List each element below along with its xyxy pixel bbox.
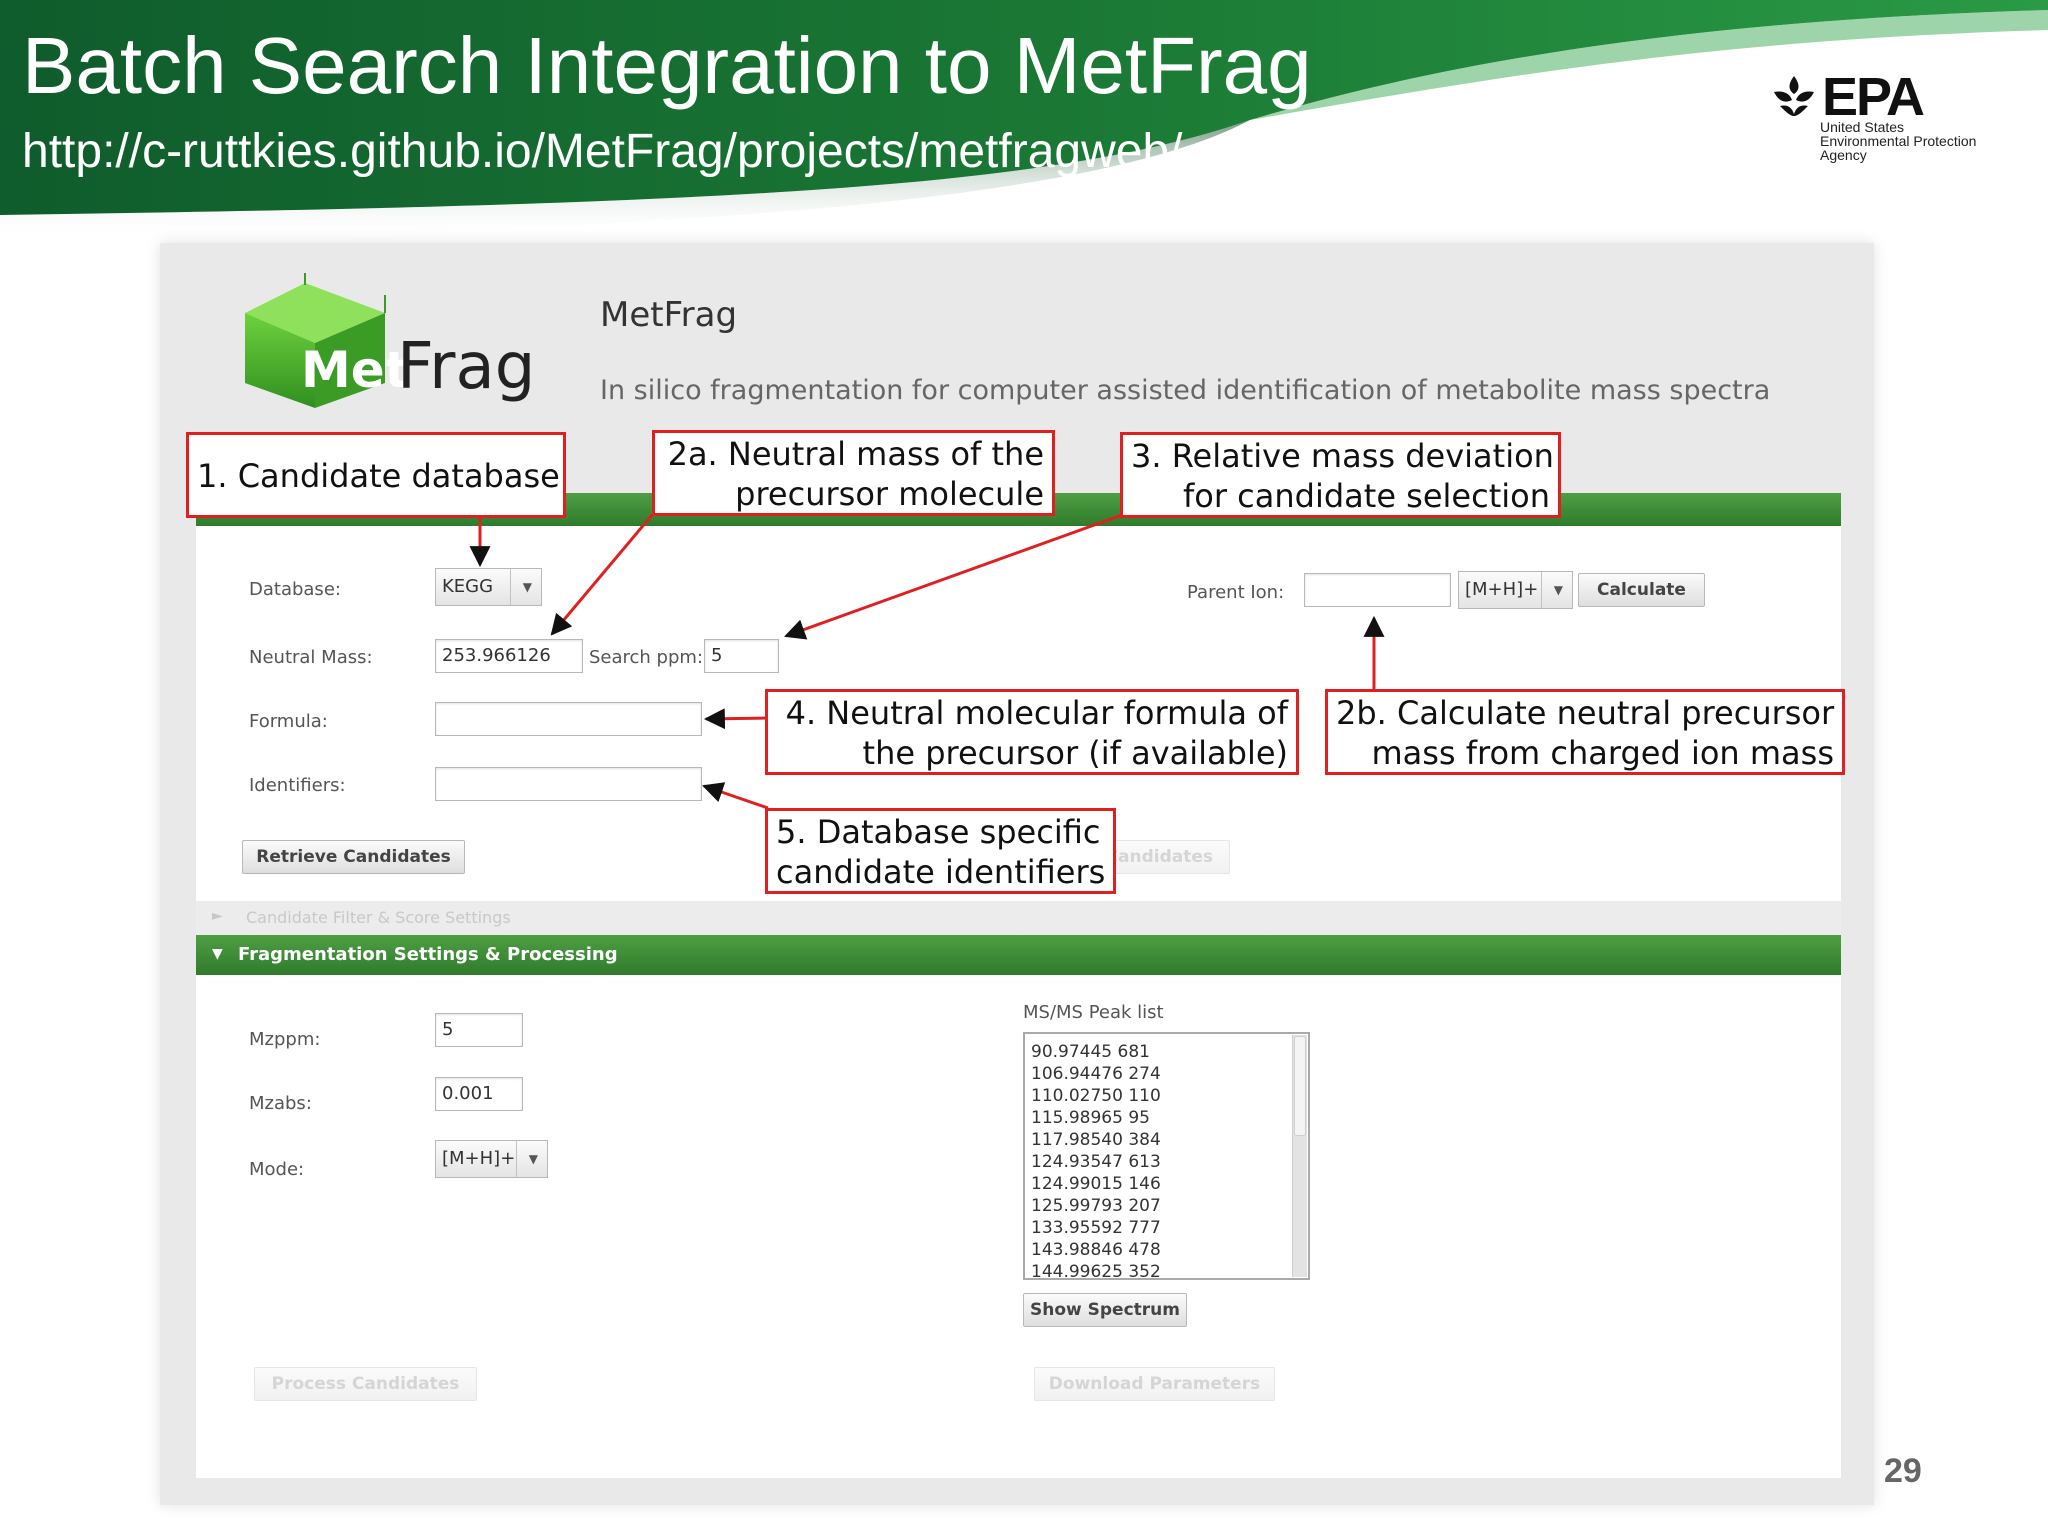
scrollbar-thumb[interactable] xyxy=(1294,1036,1306,1136)
mzppm-label: Mzppm: xyxy=(249,1029,321,1050)
database-value: KEGG xyxy=(442,576,494,597)
retrieve-candidates-button[interactable]: Retrieve Candidates xyxy=(242,840,465,874)
callout-neutral-mass: 2a. Neutral mass of the precursor molecu… xyxy=(652,430,1055,516)
mode-value: [M+H]+ xyxy=(442,1148,516,1169)
filter-section-label: Candidate Filter & Score Settings xyxy=(246,908,511,927)
process-candidates-button[interactable]: Process Candidates xyxy=(254,1367,477,1401)
parent-ion-label: Parent Ion: xyxy=(1187,582,1285,603)
callout-mass-deviation: 3. Relative mass deviation for candidate… xyxy=(1120,432,1561,518)
show-spectrum-button[interactable]: Show Spectrum xyxy=(1023,1293,1187,1327)
list-item: 110.02750 110 xyxy=(1031,1086,1161,1106)
parent-ion-mode-value: [M+H]+ xyxy=(1465,579,1539,600)
search-ppm-input[interactable]: 5 xyxy=(704,639,779,673)
identifiers-label: Identifiers: xyxy=(249,775,346,796)
epa-line-3: Agency xyxy=(1820,147,1867,163)
epa-wordmark: EPA xyxy=(1822,67,1925,127)
mzabs-input[interactable]: 0.001 xyxy=(435,1077,523,1111)
list-item: 125.99793 207 xyxy=(1031,1196,1161,1216)
database-select[interactable]: KEGG ▼ xyxy=(435,568,542,606)
list-item: 115.98965 95 xyxy=(1031,1108,1150,1128)
identifiers-input[interactable] xyxy=(435,767,702,801)
chevron-down-icon: ▼ xyxy=(212,946,223,962)
chevron-down-icon: ▼ xyxy=(522,580,532,594)
peaklist-label: MS/MS Peak list xyxy=(1023,1002,1164,1023)
list-item: 144.99625 352 xyxy=(1031,1262,1161,1280)
parent-ion-input[interactable] xyxy=(1304,573,1451,607)
mode-select[interactable]: [M+H]+ ▼ xyxy=(435,1140,548,1178)
parent-ion-mode-select[interactable]: [M+H]+ ▼ xyxy=(1458,571,1573,609)
formula-label: Formula: xyxy=(249,711,328,732)
epa-flower-icon xyxy=(1774,76,1814,116)
peaklist-textarea[interactable]: 90.97445 681 106.94476 274 110.02750 110… xyxy=(1023,1032,1310,1280)
download-parameters-button[interactable]: Download Parameters xyxy=(1034,1367,1275,1401)
list-item: 90.97445 681 xyxy=(1031,1042,1150,1062)
neutral-mass-label: Neutral Mass: xyxy=(249,647,373,668)
fragmentation-section-label: Fragmentation Settings & Processing xyxy=(238,944,618,965)
logo-met-text: Met xyxy=(301,341,409,399)
list-item: 124.93547 613 xyxy=(1031,1152,1161,1172)
callout-candidate-database: 1. Candidate database xyxy=(186,432,566,518)
slide-url: http://c-ruttkies.github.io/MetFrag/proj… xyxy=(22,125,1183,178)
list-item: 106.94476 274 xyxy=(1031,1064,1161,1084)
chevron-down-icon: ▼ xyxy=(1553,583,1563,597)
peaklist-scrollbar[interactable] xyxy=(1292,1035,1307,1277)
epa-logo: EPA United States Environmental Protecti… xyxy=(1770,70,2010,170)
chevron-right-icon: ► xyxy=(212,908,223,924)
search-ppm-label: Search ppm: xyxy=(589,647,704,668)
mzppm-input[interactable]: 5 xyxy=(435,1013,523,1047)
logo-frag-text: Frag xyxy=(397,330,536,404)
callout-calculate-neutral-mass: 2b. Calculate neutral precursor mass fro… xyxy=(1325,689,1845,775)
neutral-mass-input[interactable]: 253.966126 xyxy=(435,639,583,673)
app-subtitle: In silico fragmentation for computer ass… xyxy=(600,375,1771,406)
epa-line-2: Environmental Protection xyxy=(1820,133,1977,149)
list-item: 117.98540 384 xyxy=(1031,1130,1161,1150)
epa-line-1: United States xyxy=(1820,119,1905,135)
database-label: Database: xyxy=(249,579,341,600)
page-number: 29 xyxy=(1884,1452,1922,1490)
metfrag-logo: Met Frag xyxy=(235,273,575,408)
formula-input[interactable] xyxy=(435,702,702,736)
slide-title: Batch Search Integration to MetFrag xyxy=(22,21,1312,110)
mode-label: Mode: xyxy=(249,1159,305,1180)
chevron-down-icon: ▼ xyxy=(528,1152,538,1166)
list-item: 133.95592 777 xyxy=(1031,1218,1161,1238)
list-item: 124.99015 146 xyxy=(1031,1174,1161,1194)
callout-molecular-formula: 4. Neutral molecular formula of the prec… xyxy=(765,689,1299,775)
mzabs-label: Mzabs: xyxy=(249,1093,312,1114)
callout-identifiers: 5. Database specific candidate identifie… xyxy=(765,808,1116,894)
app-title: MetFrag xyxy=(600,295,738,335)
list-item: 143.98846 478 xyxy=(1031,1240,1161,1260)
calculate-button[interactable]: Calculate xyxy=(1578,573,1705,607)
